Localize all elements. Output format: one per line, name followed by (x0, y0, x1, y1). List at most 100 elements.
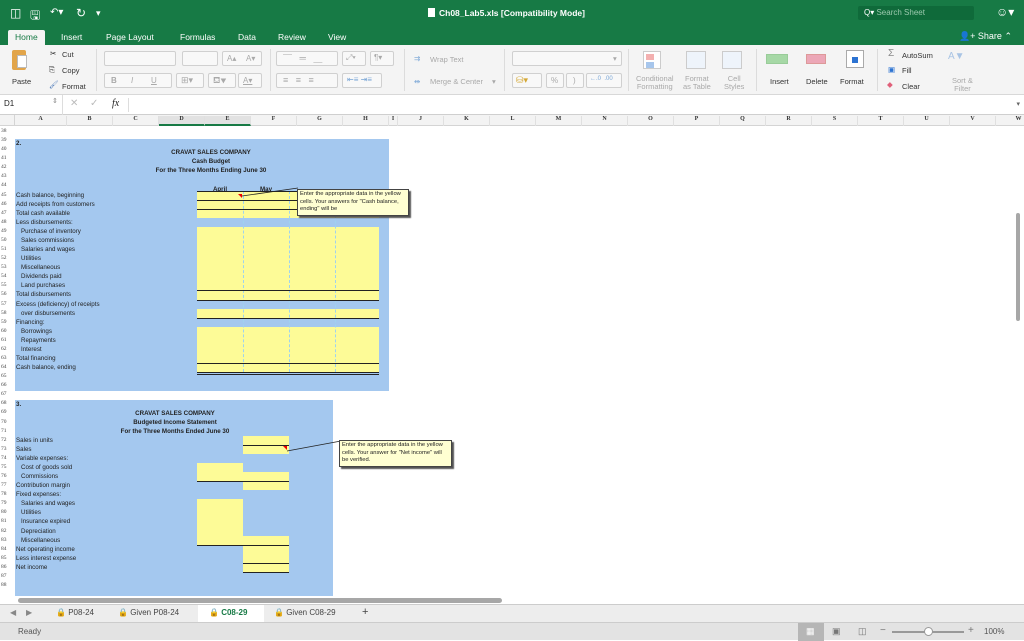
input-cell[interactable] (197, 508, 243, 518)
share-button[interactable]: 👤+ Share ⌃ (959, 31, 1012, 42)
row-header[interactable]: 80 (1, 509, 13, 515)
fill-color-button[interactable]: ⛾▾ (208, 73, 236, 88)
row-header[interactable]: 38 (1, 128, 13, 134)
undo-icon[interactable]: ↶▾ (50, 7, 63, 18)
row-header[interactable]: 47 (1, 210, 13, 216)
collapse-ribbon-icon[interactable]: ⌃ (1004, 31, 1012, 41)
input-cell-row[interactable] (197, 344, 379, 354)
row-header[interactable]: 58 (1, 310, 13, 316)
cut-button[interactable]: Cut (62, 50, 74, 59)
row-header[interactable]: 52 (1, 255, 13, 261)
format-as-table-icon[interactable] (686, 51, 706, 69)
input-cell[interactable] (197, 472, 243, 482)
row-header[interactable]: 59 (1, 319, 13, 325)
input-cell[interactable] (243, 562, 289, 572)
input-cell[interactable] (243, 472, 289, 482)
row-header[interactable]: 67 (1, 391, 13, 397)
column-header-r[interactable]: R (766, 116, 812, 126)
input-cell-row[interactable] (197, 290, 379, 300)
row-header[interactable]: 43 (1, 173, 13, 179)
redo-icon[interactable]: ↻ (76, 6, 86, 20)
row-header[interactable]: 75 (1, 464, 13, 470)
column-header-b[interactable]: B (67, 116, 113, 126)
input-cell-row[interactable] (197, 354, 379, 364)
tab-insert[interactable]: Insert (61, 30, 82, 45)
number-format-select[interactable]: ▾ (512, 51, 622, 66)
select-all-button[interactable] (0, 115, 15, 126)
row-header[interactable]: 55 (1, 282, 13, 288)
tab-home[interactable]: Home (8, 30, 45, 45)
name-box[interactable]: D1 (4, 99, 14, 108)
input-cell-row[interactable] (197, 263, 379, 273)
page-break-view-icon[interactable]: ◫ (858, 626, 867, 637)
input-cell-row[interactable] (197, 245, 379, 255)
column-header-h[interactable]: H (343, 116, 389, 126)
row-header[interactable]: 41 (1, 155, 13, 161)
row-header[interactable]: 56 (1, 291, 13, 297)
row-header[interactable]: 69 (1, 409, 13, 415)
row-header[interactable]: 66 (1, 382, 13, 388)
customize-toolbar-icon[interactable]: ▾ (96, 8, 101, 19)
save-icon[interactable]: 🖫 (30, 6, 40, 27)
input-cell-row[interactable] (197, 254, 379, 264)
row-header[interactable]: 54 (1, 273, 13, 279)
page-layout-view-icon[interactable]: ▣ (832, 626, 841, 637)
input-cell-row[interactable] (197, 308, 379, 318)
column-header-g[interactable]: G (297, 116, 343, 126)
sheet-tab-c08-29[interactable]: 🔒 C08-29 (198, 605, 264, 623)
italic-button[interactable]: I (131, 76, 133, 85)
input-cell[interactable] (197, 517, 243, 527)
row-header[interactable]: 71 (1, 428, 13, 434)
sheet-tab-p08-24[interactable]: 🔒 P08-24 (56, 608, 94, 617)
input-cell[interactable] (197, 535, 243, 545)
prev-sheet-icon[interactable]: ◀ (10, 608, 16, 617)
conditional-formatting-button[interactable]: Conditional Formatting (636, 75, 674, 91)
copy-button[interactable]: Copy (62, 66, 80, 75)
borders-button[interactable]: ⊞▾ (176, 73, 204, 88)
column-header-n[interactable]: N (582, 116, 628, 126)
column-header-e[interactable]: E (205, 116, 251, 126)
input-cell-row[interactable] (197, 235, 379, 246)
input-cell[interactable] (197, 462, 243, 473)
zoom-in-button[interactable]: + (968, 625, 974, 636)
column-header-q[interactable]: Q (720, 116, 766, 126)
normal-view-button[interactable]: ▦ (798, 623, 824, 641)
input-cell[interactable] (243, 553, 289, 563)
paste-icon[interactable] (12, 50, 27, 70)
delete-button[interactable]: Delete (806, 77, 828, 86)
column-header-l[interactable]: L (490, 116, 536, 126)
row-header[interactable]: 84 (1, 546, 13, 552)
bold-button[interactable]: B (111, 76, 117, 85)
row-header[interactable]: 85 (1, 555, 13, 561)
input-cell-row[interactable] (197, 281, 379, 291)
input-cell[interactable] (243, 435, 289, 445)
enter-icon[interactable]: ✓ (90, 98, 98, 109)
input-cell[interactable] (197, 526, 243, 536)
row-header[interactable]: 72 (1, 437, 13, 443)
row-header[interactable]: 73 (1, 446, 13, 452)
column-header-w[interactable]: W (996, 116, 1024, 126)
column-header-u[interactable]: U (904, 116, 950, 126)
row-header[interactable]: 53 (1, 264, 13, 270)
input-cell[interactable] (197, 499, 243, 509)
column-header-i[interactable]: I (389, 116, 398, 126)
column-header-v[interactable]: V (950, 116, 996, 126)
zoom-level[interactable]: 100% (984, 627, 1004, 636)
row-header[interactable]: 63 (1, 355, 13, 361)
row-header[interactable]: 44 (1, 182, 13, 188)
column-header-j[interactable]: J (398, 116, 444, 126)
sort-filter-button[interactable]: Sort & Filter (952, 77, 973, 93)
row-header[interactable]: 51 (1, 246, 13, 252)
row-header[interactable]: 60 (1, 328, 13, 334)
fill-button[interactable]: Fill (902, 66, 912, 75)
column-header-m[interactable]: M (536, 116, 582, 126)
accounting-format-button[interactable]: ⛁▾ (512, 73, 542, 88)
comma-style-button[interactable]: ) (566, 73, 584, 88)
insert-cells-icon[interactable] (766, 54, 788, 64)
input-cell[interactable] (243, 481, 289, 491)
row-header[interactable]: 88 (1, 582, 13, 588)
tab-review[interactable]: Review (278, 30, 306, 45)
row-header[interactable]: 61 (1, 337, 13, 343)
column-header-f[interactable]: F (251, 116, 297, 126)
row-header[interactable]: 48 (1, 219, 13, 225)
